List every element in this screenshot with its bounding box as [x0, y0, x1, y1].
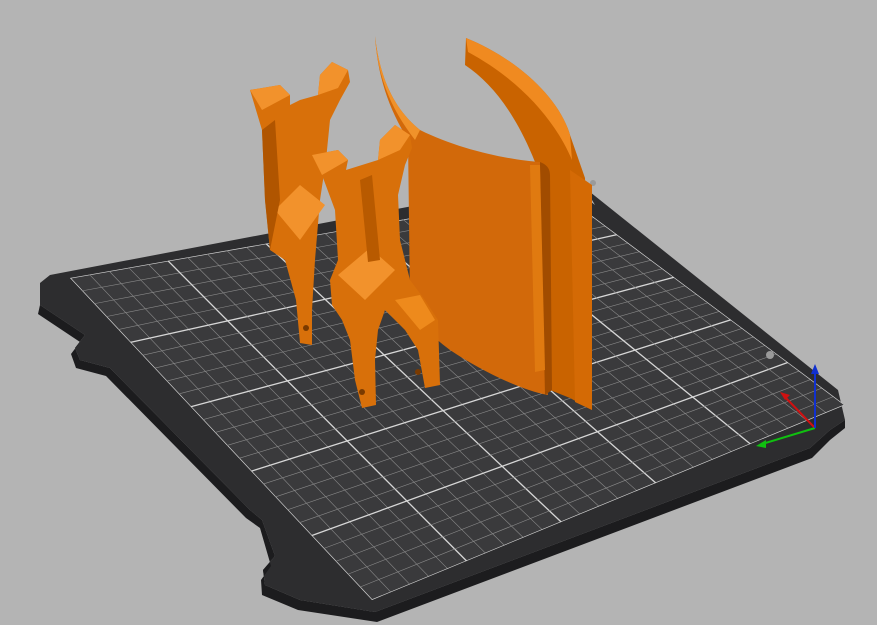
z-axis-arrowhead-icon: [811, 364, 819, 374]
3d-viewport[interactable]: [0, 0, 877, 625]
scene-canvas[interactable]: [0, 0, 877, 625]
bed-hole: [766, 351, 774, 359]
